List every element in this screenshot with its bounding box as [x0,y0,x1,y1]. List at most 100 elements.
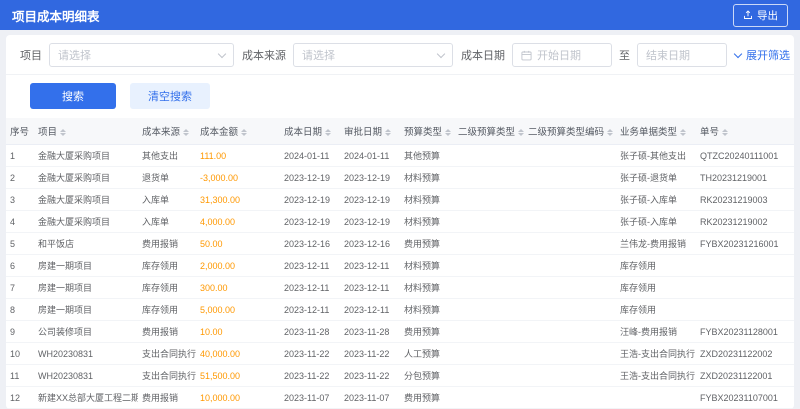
table-cell: 支出合同执行 [138,364,196,387]
table-row[interactable]: 12 新建XX总部大厦工程二期 费用报销 10,000.00 2023-11-07 202… [6,386,794,409]
expand-filters-label: 展开筛选 [746,50,790,62]
column-header[interactable]: 项目 [34,118,138,145]
column-header[interactable]: 单号 [696,118,794,145]
sort-icon[interactable] [385,128,392,137]
table-cell: 2023-12-19 [280,166,340,189]
sort-icon[interactable] [445,128,452,137]
column-header[interactable]: 预算类型 [400,118,454,145]
table-row[interactable]: 5 和平饭店 费用报销 50.00 2023-12-16 2023-12-16 费用预算 兰伟… [6,232,794,255]
table-row[interactable]: 3 金融大厦采购项目 入库单 31,300.00 2023-12-19 2023-12-1… [6,188,794,211]
table-cell [454,232,524,255]
column-header[interactable]: 二级预算类型 [454,118,524,145]
project-select[interactable]: 请选择 [49,43,234,67]
table-cell: 库存领用 [616,254,696,277]
table-cell: 10.00 [196,320,280,343]
table-cell: 2023-12-19 [280,188,340,211]
table-row[interactable]: 1 金融大厦采购项目 其他支出 111.00 2024-01-11 2024-01-11 其… [6,144,794,167]
table-row[interactable]: 6 房建一期项目 库存领用 2,000.00 2023-12-11 2023-12-11 材… [6,254,794,277]
date-start-input[interactable]: 开始日期 [512,43,612,67]
table-cell: 新建XX总部大厦工程二期 [34,386,138,409]
sort-icon[interactable] [607,128,614,137]
table-cell: 2023-11-07 [280,386,340,409]
table-cell: 库存领用 [138,298,196,321]
sort-icon[interactable] [241,128,248,137]
table-cell [524,188,616,211]
table-cell: 库存领用 [616,298,696,321]
table-cell: 2023-12-19 [280,210,340,233]
sort-icon[interactable] [722,128,729,137]
column-header[interactable]: 成本来源 [138,118,196,145]
table-cell [524,166,616,189]
table-row[interactable]: 9 公司装修项目 费用报销 10.00 2023-11-28 2023-11-28 费用预算… [6,320,794,343]
chevron-down-icon [436,49,446,58]
table-cell: 2023-12-16 [340,232,400,255]
table-cell: 其他预算 [400,144,454,167]
table-cell: 7 [6,276,34,299]
table-cell: 4,000.00 [196,210,280,233]
table-cell: 2023-12-11 [340,298,400,321]
page-title: 项目成本明细表 [12,9,100,24]
table-cell: 汪峰-费用报销 [616,320,696,343]
export-button[interactable]: 导出 [733,3,788,27]
table-cell [454,166,524,189]
table-row[interactable]: 4 金融大厦采购项目 入库单 4,000.00 2023-12-19 2023-12-19… [6,210,794,233]
table-row[interactable]: 11 WH20230831 支出合同执行 51,500.00 2023-11-22 202… [6,364,794,387]
table-row[interactable]: 10 WH20230831 支出合同执行 40,000.00 2023-11-22 202… [6,342,794,365]
table-cell: 支出合同执行 [138,342,196,365]
table-cell: ZXD20231122001 [696,364,794,387]
table-row[interactable]: 8 房建一期项目 库存领用 5,000.00 2023-12-11 2023-12-11 材… [6,298,794,321]
table-row[interactable]: 7 房建一期项目 库存领用 300.00 2023-12-11 2023-12-11 材料预… [6,276,794,299]
table-cell: 2,000.00 [196,254,280,277]
table-cell: 300.00 [196,276,280,299]
project-filter-label: 项目 [20,50,42,62]
filter-bar: 项目 请选择 成本来源 请选择 成本日期 开始日期 至 结束日期 展开筛选 [6,35,794,75]
table-cell: 2023-12-11 [340,276,400,299]
table-cell [454,320,524,343]
table-cell: TH20231219001 [696,166,794,189]
export-icon [744,10,752,19]
table-row[interactable]: 2 金融大厦采购项目 退货单 -3,000.00 2023-12-19 2023-12-1… [6,166,794,189]
table-cell: WH20230831 [34,342,138,365]
column-header[interactable]: 成本金额 [196,118,280,145]
table-cell: 金融大厦采购项目 [34,210,138,233]
table-cell: 2023-12-11 [340,254,400,277]
clear-search-button[interactable]: 清空搜索 [130,83,210,109]
column-header[interactable]: 成本日期 [280,118,340,145]
table-cell: 金融大厦采购项目 [34,188,138,211]
table-cell: 2023-11-07 [340,386,400,409]
table-cell: 材料预算 [400,276,454,299]
table-cell: 库存领用 [616,276,696,299]
sort-icon[interactable] [680,128,687,137]
table-cell [524,276,616,299]
project-select-placeholder: 请选择 [58,50,91,62]
date-end-input[interactable]: 结束日期 [637,43,727,67]
sort-icon[interactable] [518,128,524,137]
expand-filters-toggle[interactable]: 展开筛选 [733,47,790,63]
column-header[interactable]: 审批日期 [340,118,400,145]
export-label: 导出 [757,9,778,22]
table-cell: 房建一期项目 [34,298,138,321]
sort-icon[interactable] [325,128,332,137]
table-cell: 2023-11-22 [280,342,340,365]
table-cell: 2023-11-28 [280,320,340,343]
cost-source-select[interactable]: 请选择 [293,43,453,67]
sort-icon[interactable] [183,128,190,137]
search-button[interactable]: 搜索 [30,83,116,109]
table-cell: 6 [6,254,34,277]
table-cell: 12 [6,386,34,409]
table-cell: 5 [6,232,34,255]
column-header[interactable]: 业务单据类型 [616,118,696,145]
table-cell: 2 [6,166,34,189]
table-cell: 2024-01-11 [340,144,400,167]
table-cell: 2024-01-11 [280,144,340,167]
date-end-placeholder: 结束日期 [646,50,690,62]
cost-table: 序号 项目 成本来源 成本金额 成本日期 审批日期 预算类型 二级预算类型 二级预算类型编码 业务… [6,118,794,409]
column-header: 序号 [6,118,34,145]
column-header[interactable]: 二级预算类型编码 [524,118,616,145]
table-cell [524,342,616,365]
table-cell: 房建一期项目 [34,276,138,299]
calendar-icon [521,50,532,60]
sort-icon[interactable] [60,128,67,137]
table-cell: 费用报销 [138,232,196,255]
table-cell: 入库单 [138,188,196,211]
